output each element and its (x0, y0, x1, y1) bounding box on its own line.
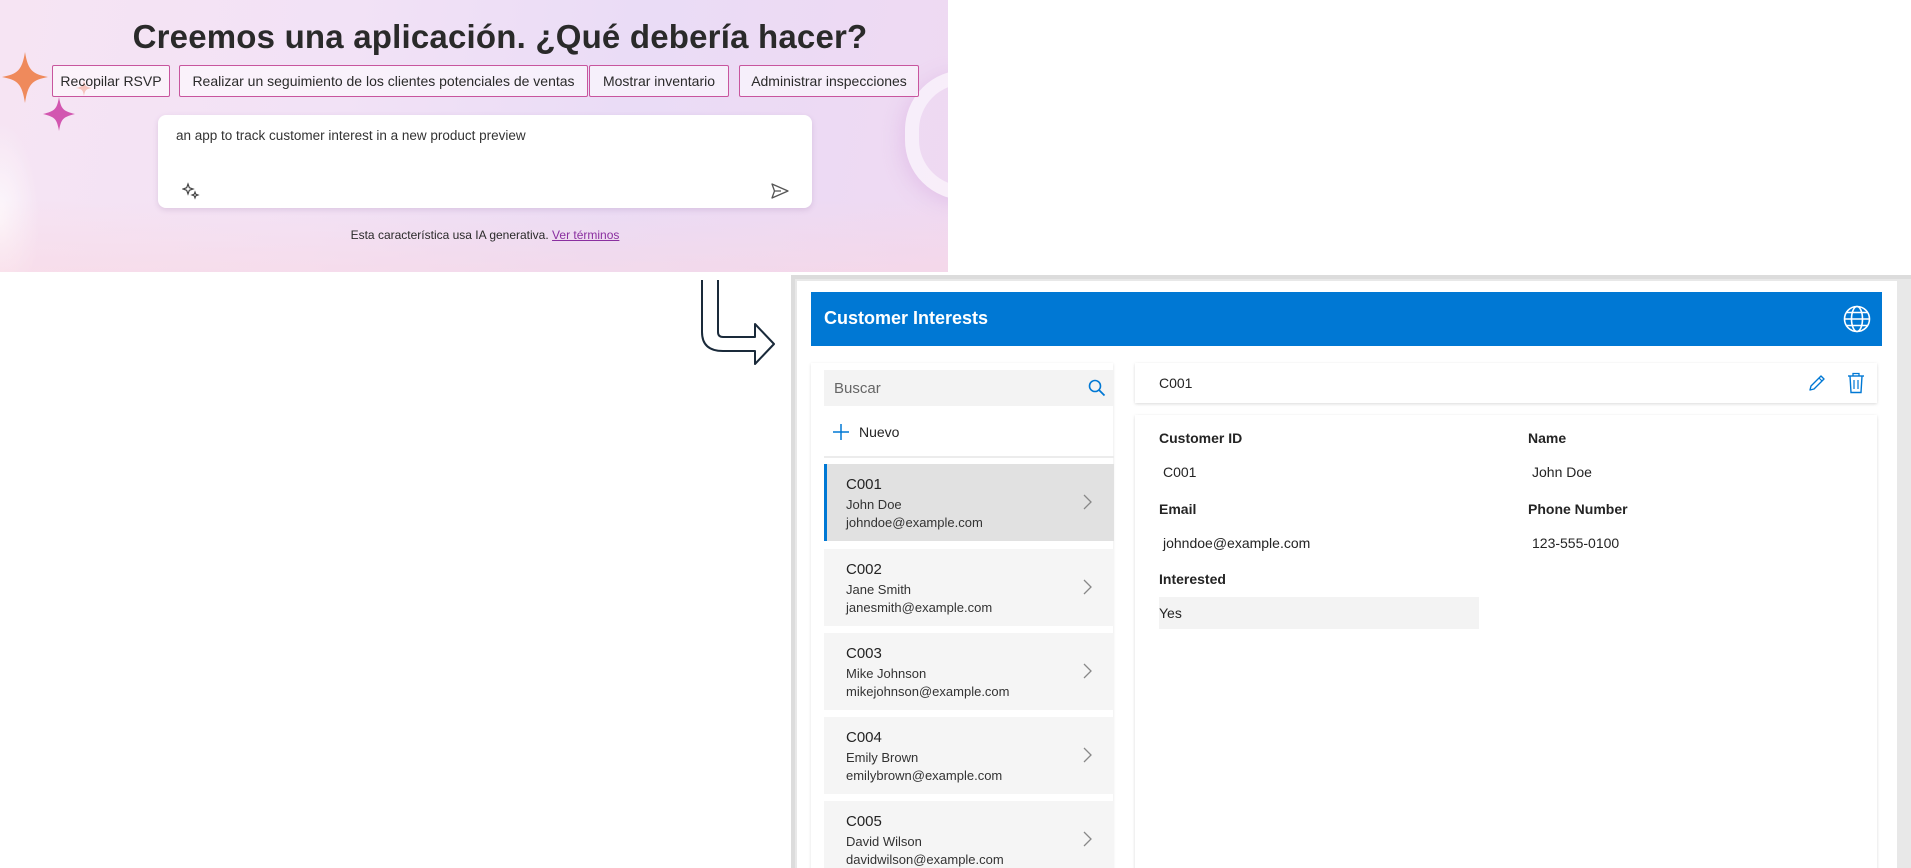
list-item-id: C001 (846, 476, 882, 493)
list-item-id: C004 (846, 729, 882, 746)
email-value: johndoe@example.com (1163, 535, 1311, 551)
prompt-panel: Creemos una aplicación. ¿Qué debería hac… (0, 0, 948, 272)
app-title: Customer Interests (824, 308, 989, 328)
name-value: John Doe (1532, 464, 1592, 480)
list-item-id: C005 (846, 813, 882, 830)
chevron-right-icon (1083, 747, 1092, 763)
customer-id-label: Customer ID (1159, 430, 1243, 446)
list-item-id: C002 (846, 561, 882, 578)
globe-icon[interactable] (1842, 304, 1872, 334)
interested-label: Interested (1159, 571, 1226, 587)
list-item-email: janesmith@example.com (846, 600, 993, 615)
record-title: C001 (1159, 375, 1193, 391)
ai-sparkle-icon[interactable] (182, 182, 200, 200)
list-item-email: mikejohnson@example.com (846, 684, 1010, 699)
list-item-name: David Wilson (846, 834, 922, 849)
record-header: C001 (1135, 363, 1877, 403)
list-item-name: Mike Johnson (846, 666, 927, 681)
chevron-right-icon (1083, 579, 1092, 595)
app-header: Customer Interests (811, 292, 1882, 346)
list-item[interactable]: C002 Jane Smith janesmith@example.com (824, 549, 1114, 626)
app-preview: Customer Interests Nuevo C001 (797, 281, 1897, 868)
delete-trash-icon[interactable] (1847, 372, 1865, 394)
plus-icon (833, 424, 849, 440)
customer-list-pane: Nuevo C001 John Doe johndoe@example.com … (811, 363, 1114, 868)
name-label: Name (1528, 430, 1567, 446)
send-icon[interactable] (770, 182, 790, 200)
search-icon[interactable] (1088, 379, 1106, 397)
suggestion-chip-inventory[interactable]: Mostrar inventario (589, 65, 729, 97)
chevron-right-icon (1083, 494, 1092, 510)
new-button[interactable]: Nuevo (833, 420, 899, 444)
page-title: Creemos una aplicación. ¿Qué debería hac… (132, 18, 868, 55)
list-item-id: C003 (846, 645, 882, 662)
edit-pencil-icon[interactable] (1807, 373, 1827, 393)
sparkle-pink-icon (43, 97, 75, 131)
prompt-input[interactable]: an app to track customer interest in a n… (176, 128, 526, 143)
list-item[interactable]: C001 John Doe johndoe@example.com (824, 464, 1114, 541)
chevron-right-icon (1083, 831, 1092, 847)
phone-value: 123-555-0100 (1532, 535, 1620, 551)
suggestion-chip-rsvp[interactable]: Recopilar RSVP (52, 65, 170, 97)
email-label: Email (1159, 501, 1197, 517)
list-item-email: johndoe@example.com (846, 515, 983, 530)
disclaimer: Esta característica usa IA generativa. V… (0, 228, 948, 242)
chevron-right-icon (1083, 663, 1092, 679)
suggestion-chip-inspections[interactable]: Administrar inspecciones (739, 65, 919, 97)
down-right-arrow-icon (701, 280, 775, 365)
phone-label: Phone Number (1528, 501, 1628, 517)
list-item-name: Jane Smith (846, 582, 912, 597)
list-item-name: Emily Brown (846, 750, 919, 765)
list-item[interactable]: C003 Mike Johnson mikejohnson@example.co… (824, 633, 1114, 710)
list-item[interactable]: C004 Emily Brown emilybrown@example.com (824, 717, 1114, 794)
customer-id-value: C001 (1163, 464, 1197, 480)
record-form: Customer ID C001 Name John Doe Email joh… (1135, 415, 1877, 868)
new-button-label: Nuevo (859, 424, 900, 440)
list-item-email: davidwilson@example.com (846, 852, 1004, 867)
list-item[interactable]: C005 David Wilson davidwilson@example.co… (824, 801, 1114, 868)
suggestion-chip-sales-leads[interactable]: Realizar un seguimiento de los clientes … (179, 65, 588, 97)
disclaimer-text: Esta característica usa IA generativa. (350, 228, 549, 242)
list-item-email: emilybrown@example.com (846, 768, 1003, 783)
list-divider (824, 456, 1114, 458)
prompt-input-box[interactable]: an app to track customer interest in a n… (158, 115, 812, 208)
interested-value: Yes (1159, 597, 1479, 629)
search-input[interactable] (824, 370, 1074, 406)
search-box[interactable] (824, 370, 1114, 406)
terms-link[interactable]: Ver términos (552, 228, 619, 242)
list-item-name: John Doe (846, 497, 902, 512)
